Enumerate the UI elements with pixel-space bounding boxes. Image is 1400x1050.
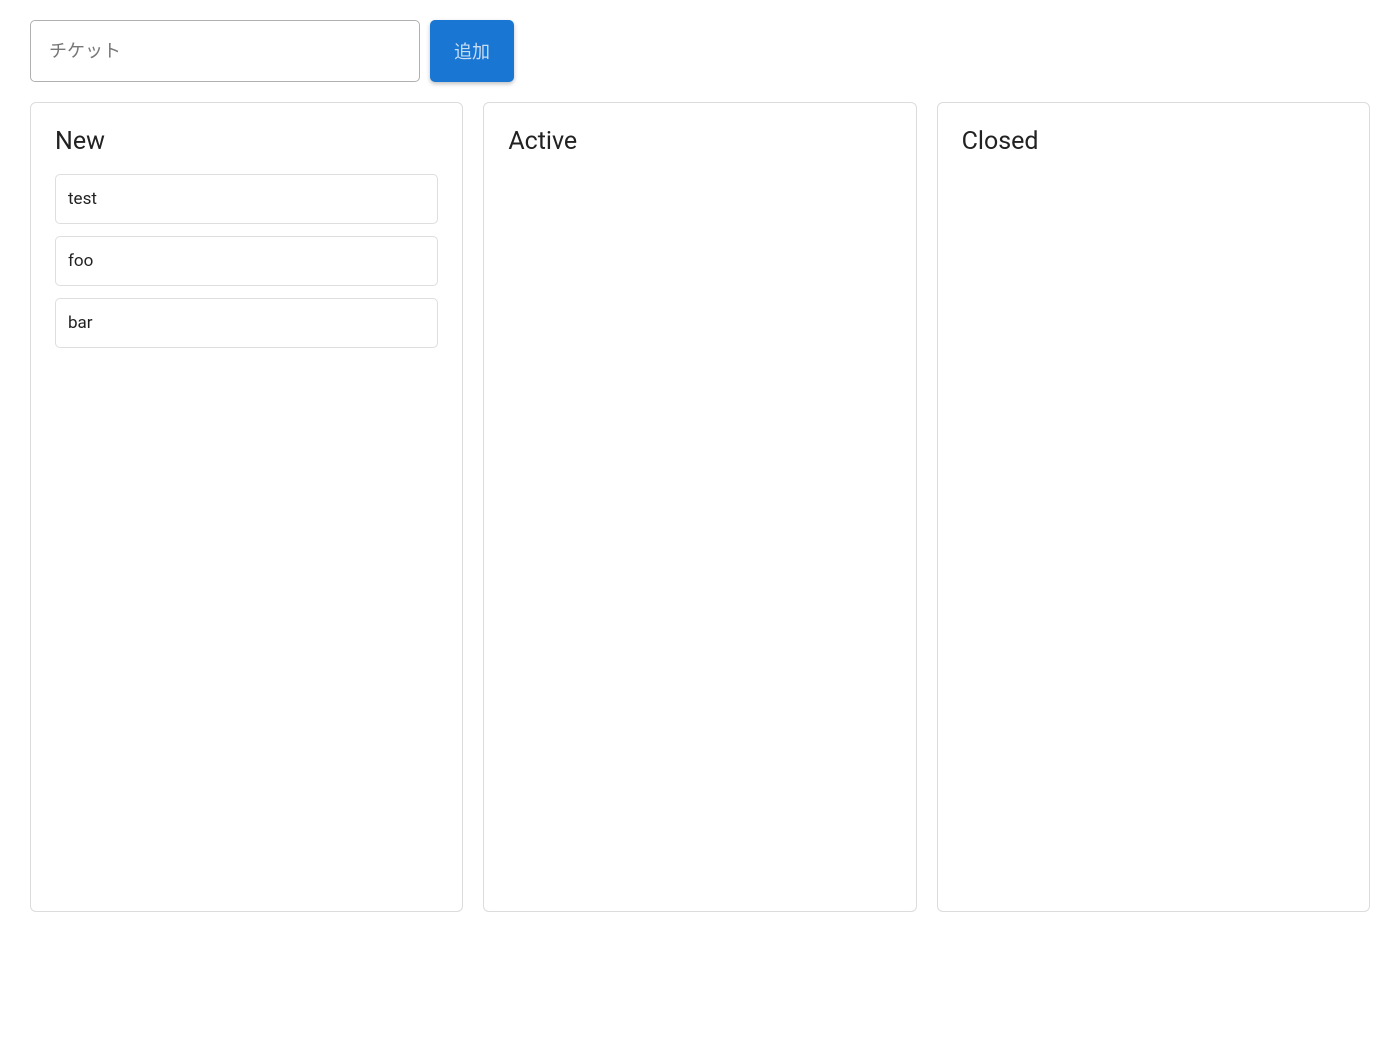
ticket-input[interactable] <box>30 20 420 82</box>
card[interactable]: bar <box>55 298 438 348</box>
top-bar: 追加 <box>30 20 1370 82</box>
column-closed[interactable]: Closed <box>937 102 1370 912</box>
column-title: Active <box>508 127 891 156</box>
column-active[interactable]: Active <box>483 102 916 912</box>
column-title: Closed <box>962 127 1345 156</box>
card[interactable]: test <box>55 174 438 224</box>
kanban-board: New test foo bar Active Closed <box>30 102 1370 912</box>
add-button[interactable]: 追加 <box>430 20 514 82</box>
column-new[interactable]: New test foo bar <box>30 102 463 912</box>
column-title: New <box>55 127 438 156</box>
card[interactable]: foo <box>55 236 438 286</box>
